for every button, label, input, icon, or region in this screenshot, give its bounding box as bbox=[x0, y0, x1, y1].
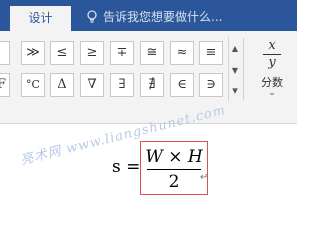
equation-denominator[interactable]: 2 bbox=[141, 172, 207, 192]
symbol-identical[interactable]: ≡ bbox=[199, 41, 223, 65]
symbol-nabla[interactable]: ∇ bbox=[80, 73, 104, 97]
fraction-icon: x y bbox=[261, 38, 283, 72]
symbol-exists[interactable]: ∃ bbox=[110, 73, 134, 97]
gallery-scroll-up[interactable]: ▲ bbox=[228, 37, 241, 61]
symbol-not-exists[interactable]: ∄ bbox=[140, 73, 164, 97]
tab-design[interactable]: 设计 bbox=[10, 6, 71, 31]
lightbulb-icon bbox=[87, 10, 97, 23]
gallery-more-button[interactable]: ▾ bbox=[228, 81, 241, 101]
symbol-celsius[interactable]: °C bbox=[21, 73, 45, 97]
symbol-approx[interactable]: ≈ bbox=[170, 41, 194, 65]
symbol-minus-plus[interactable]: ∓ bbox=[110, 41, 134, 65]
fraction-placeholder-box[interactable]: W × H 2 ↵ bbox=[140, 141, 208, 195]
gallery-scroll-down[interactable]: ▼ bbox=[228, 61, 241, 81]
fraction-icon-denominator: y bbox=[268, 55, 276, 70]
tell-me-text: 告诉我您想要做什么... bbox=[103, 10, 223, 24]
paragraph-mark: ↵ bbox=[200, 172, 209, 183]
symbol-contains[interactable]: ∋ bbox=[199, 73, 223, 97]
symbol-partial-1[interactable] bbox=[0, 41, 10, 65]
symbol-much-greater[interactable]: ≫ bbox=[21, 41, 45, 65]
symbol-delta[interactable]: Δ bbox=[50, 73, 74, 97]
symbol-element-of[interactable]: ∈ bbox=[170, 73, 194, 97]
symbol-less-equal[interactable]: ≤ bbox=[50, 41, 74, 65]
equation-numerator[interactable]: W × H bbox=[141, 147, 207, 167]
symbol-greater-equal[interactable]: ≥ bbox=[80, 41, 104, 65]
equation-lhs: s = bbox=[112, 157, 141, 177]
ribbon-group-divider bbox=[243, 38, 244, 100]
symbol-partial-2[interactable]: F bbox=[0, 73, 10, 97]
fraction-bar bbox=[147, 169, 201, 170]
chevron-down-icon: ⌄ bbox=[268, 88, 276, 98]
fraction-icon-numerator: x bbox=[268, 38, 276, 53]
fraction-button[interactable]: x y 分数 ⌄ bbox=[250, 36, 294, 100]
symbol-congruent[interactable]: ≅ bbox=[140, 41, 164, 65]
ribbon-tab-bar: 设计 告诉我您想要做什么... bbox=[0, 0, 297, 31]
